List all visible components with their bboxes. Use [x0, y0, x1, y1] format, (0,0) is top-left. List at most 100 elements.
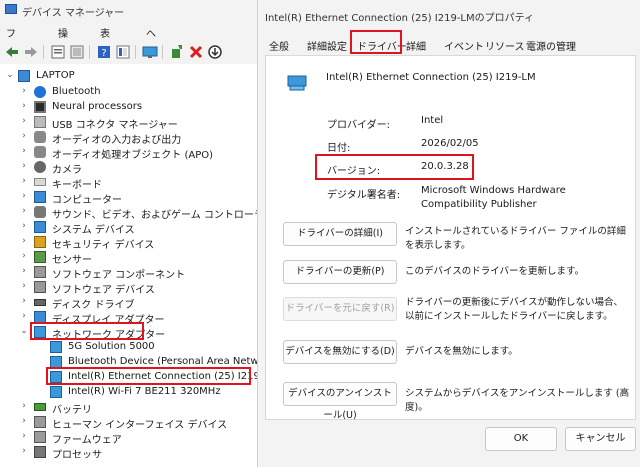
chevron-right-icon[interactable]: ›: [19, 86, 29, 96]
tab-details[interactable]: 詳細: [406, 38, 426, 53]
tree-category[interactable]: › USB コネクタ マネージャー: [0, 114, 262, 131]
monitor-scan-icon[interactable]: [142, 44, 158, 60]
properties-icon[interactable]: [50, 44, 66, 60]
device-tree: ⌄ LAPTOP › Bluetooth › Neural processors…: [0, 64, 279, 467]
tree-category[interactable]: › キーボード: [0, 174, 262, 191]
highlight-driver-tab: [350, 30, 402, 54]
software-component-icon: [34, 266, 46, 278]
network-device[interactable]: Intel(R) Wi-Fi 7 BE211 320MHz: [0, 384, 262, 400]
toolbar: ?: [0, 40, 262, 64]
chevron-right-icon[interactable]: ›: [19, 116, 29, 126]
highlight-selected-device: [46, 367, 251, 385]
tab-resources[interactable]: リソース: [485, 38, 525, 53]
tree-category[interactable]: › センサー: [0, 249, 262, 266]
update-driver-button[interactable]: ドライバーの更新(P): [283, 260, 397, 284]
tree-category[interactable]: › Bluetooth: [0, 84, 262, 100]
chevron-right-icon[interactable]: ›: [19, 206, 29, 216]
neural-processor-icon: [34, 101, 46, 113]
back-arrow-icon[interactable]: [4, 44, 20, 60]
chevron-right-icon[interactable]: ›: [19, 281, 29, 291]
disable-device-button[interactable]: デバイスを無効にする(D): [283, 340, 397, 364]
chevron-right-icon[interactable]: ›: [19, 266, 29, 276]
uninstall-device-desc: システムからデバイスをアンインストールします (高度)。: [405, 388, 630, 413]
tree-category[interactable]: › カメラ: [0, 159, 262, 176]
device-label: Intel(R) Wi-Fi 7 BE211 320MHz: [68, 386, 221, 397]
tree-category[interactable]: › Neural processors: [0, 99, 262, 115]
tree-category[interactable]: › オーディオの入力および出力: [0, 129, 262, 146]
device-label: 5G Solution 5000: [68, 341, 155, 352]
device-label: Bluetooth Device (Personal Area Network): [68, 356, 279, 367]
chevron-right-icon[interactable]: ›: [19, 446, 29, 456]
date-label: 日付:: [327, 143, 351, 154]
security-device-icon: [34, 236, 46, 248]
ok-button[interactable]: OK: [485, 427, 557, 451]
tree-category[interactable]: › オーディオ処理オブジェクト (APO): [0, 144, 262, 161]
tree-category[interactable]: › システム デバイス: [0, 219, 262, 236]
tree-category[interactable]: › サウンド、ビデオ、およびゲーム コントローラー: [0, 204, 274, 221]
tree-category[interactable]: › ソフトウェア コンポーネント: [0, 264, 262, 281]
tree-category[interactable]: › ソフトウェア デバイス: [0, 279, 262, 296]
device-manager-titlebar: デバイス マネージャー: [0, 0, 262, 20]
tree-category[interactable]: › ファームウェア: [0, 429, 262, 446]
device-manager-title: デバイス マネージャー: [22, 8, 125, 19]
device-name: Intel(R) Ethernet Connection (25) I219-L…: [326, 72, 536, 83]
tab-advanced[interactable]: 詳細設定: [307, 38, 347, 53]
keyboard-icon: [34, 178, 46, 186]
chevron-right-icon[interactable]: ›: [19, 236, 29, 246]
view-icon[interactable]: [115, 44, 131, 60]
tab-events[interactable]: イベント: [444, 38, 484, 53]
cancel-button[interactable]: キャンセル: [565, 427, 636, 451]
tree-root-label: LAPTOP: [36, 70, 75, 81]
chevron-right-icon[interactable]: ›: [19, 146, 29, 156]
chevron-right-icon[interactable]: ›: [19, 131, 29, 141]
chevron-right-icon[interactable]: ›: [19, 191, 29, 201]
device-manager-app-icon: [5, 4, 17, 14]
device-manager-window: デバイス マネージャー ファイル(F) 操作(A) 表示(V) ヘルプ(H) ?: [0, 0, 279, 467]
rollback-driver-desc: ドライバーの更新後にデバイスが動作しない場合、以前にインストールしたドライバーに…: [405, 297, 624, 322]
tab-general[interactable]: 全般: [269, 38, 289, 53]
highlight-network-adapters: [30, 322, 144, 340]
tab-power-management[interactable]: 電源の管理: [526, 38, 576, 53]
tree-category[interactable]: › コンピューター: [0, 189, 262, 206]
chevron-down-icon[interactable]: ⌄: [19, 326, 29, 336]
chevron-right-icon[interactable]: ›: [19, 401, 29, 411]
chevron-right-icon[interactable]: ›: [19, 251, 29, 261]
tree-category[interactable]: › バッテリ: [0, 399, 262, 416]
signer-value: Microsoft Windows Hardware Compatibility…: [421, 185, 566, 210]
chevron-right-icon[interactable]: ›: [19, 296, 29, 306]
date-value: 2026/02/05: [421, 138, 479, 149]
chevron-right-icon[interactable]: ›: [19, 221, 29, 231]
chevron-right-icon[interactable]: ›: [19, 416, 29, 426]
rollback-driver-button[interactable]: ドライバーを元に戻す(R): [283, 297, 397, 321]
sensor-icon: [34, 251, 46, 263]
tree-category[interactable]: › プロセッサ: [0, 444, 262, 458]
add-driver-icon[interactable]: [169, 44, 185, 60]
chevron-right-icon[interactable]: ›: [19, 431, 29, 441]
update-driver-icon[interactable]: [207, 44, 223, 60]
hid-icon: [34, 416, 46, 428]
chevron-right-icon[interactable]: ›: [19, 311, 29, 321]
tree-category[interactable]: › ディスク ドライブ: [0, 294, 262, 311]
driver-details-button[interactable]: ドライバーの詳細(I): [283, 222, 397, 246]
tree-category[interactable]: › セキュリティ デバイス: [0, 234, 262, 251]
system-device-icon: [34, 221, 46, 233]
forward-arrow-icon[interactable]: [23, 44, 39, 60]
computer-icon: [34, 191, 46, 203]
uninstall-x-icon[interactable]: [188, 44, 204, 60]
driver-tab-panel: Intel(R) Ethernet Connection (25) I219-L…: [265, 55, 636, 421]
uninstall-device-button[interactable]: デバイスのアンインストール(U): [283, 382, 397, 421]
show-hidden-icon[interactable]: [69, 44, 85, 60]
tree-root[interactable]: ⌄ LAPTOP: [0, 68, 262, 84]
camera-icon: [34, 161, 46, 173]
tree-category[interactable]: › ヒューマン インターフェイス デバイス: [0, 414, 262, 431]
chevron-down-icon[interactable]: ⌄: [5, 70, 15, 80]
category-label: プロセッサ: [52, 450, 102, 458]
category-label: Bluetooth: [52, 86, 101, 97]
chevron-right-icon[interactable]: ›: [19, 161, 29, 171]
help-icon[interactable]: ?: [96, 44, 112, 60]
provider-value: Intel: [421, 115, 444, 126]
network-device[interactable]: 5G Solution 5000: [0, 339, 262, 355]
chevron-right-icon[interactable]: ›: [19, 176, 29, 186]
update-driver-desc: このデバイスのドライバーを更新します。: [405, 266, 585, 277]
chevron-right-icon[interactable]: ›: [19, 101, 29, 111]
